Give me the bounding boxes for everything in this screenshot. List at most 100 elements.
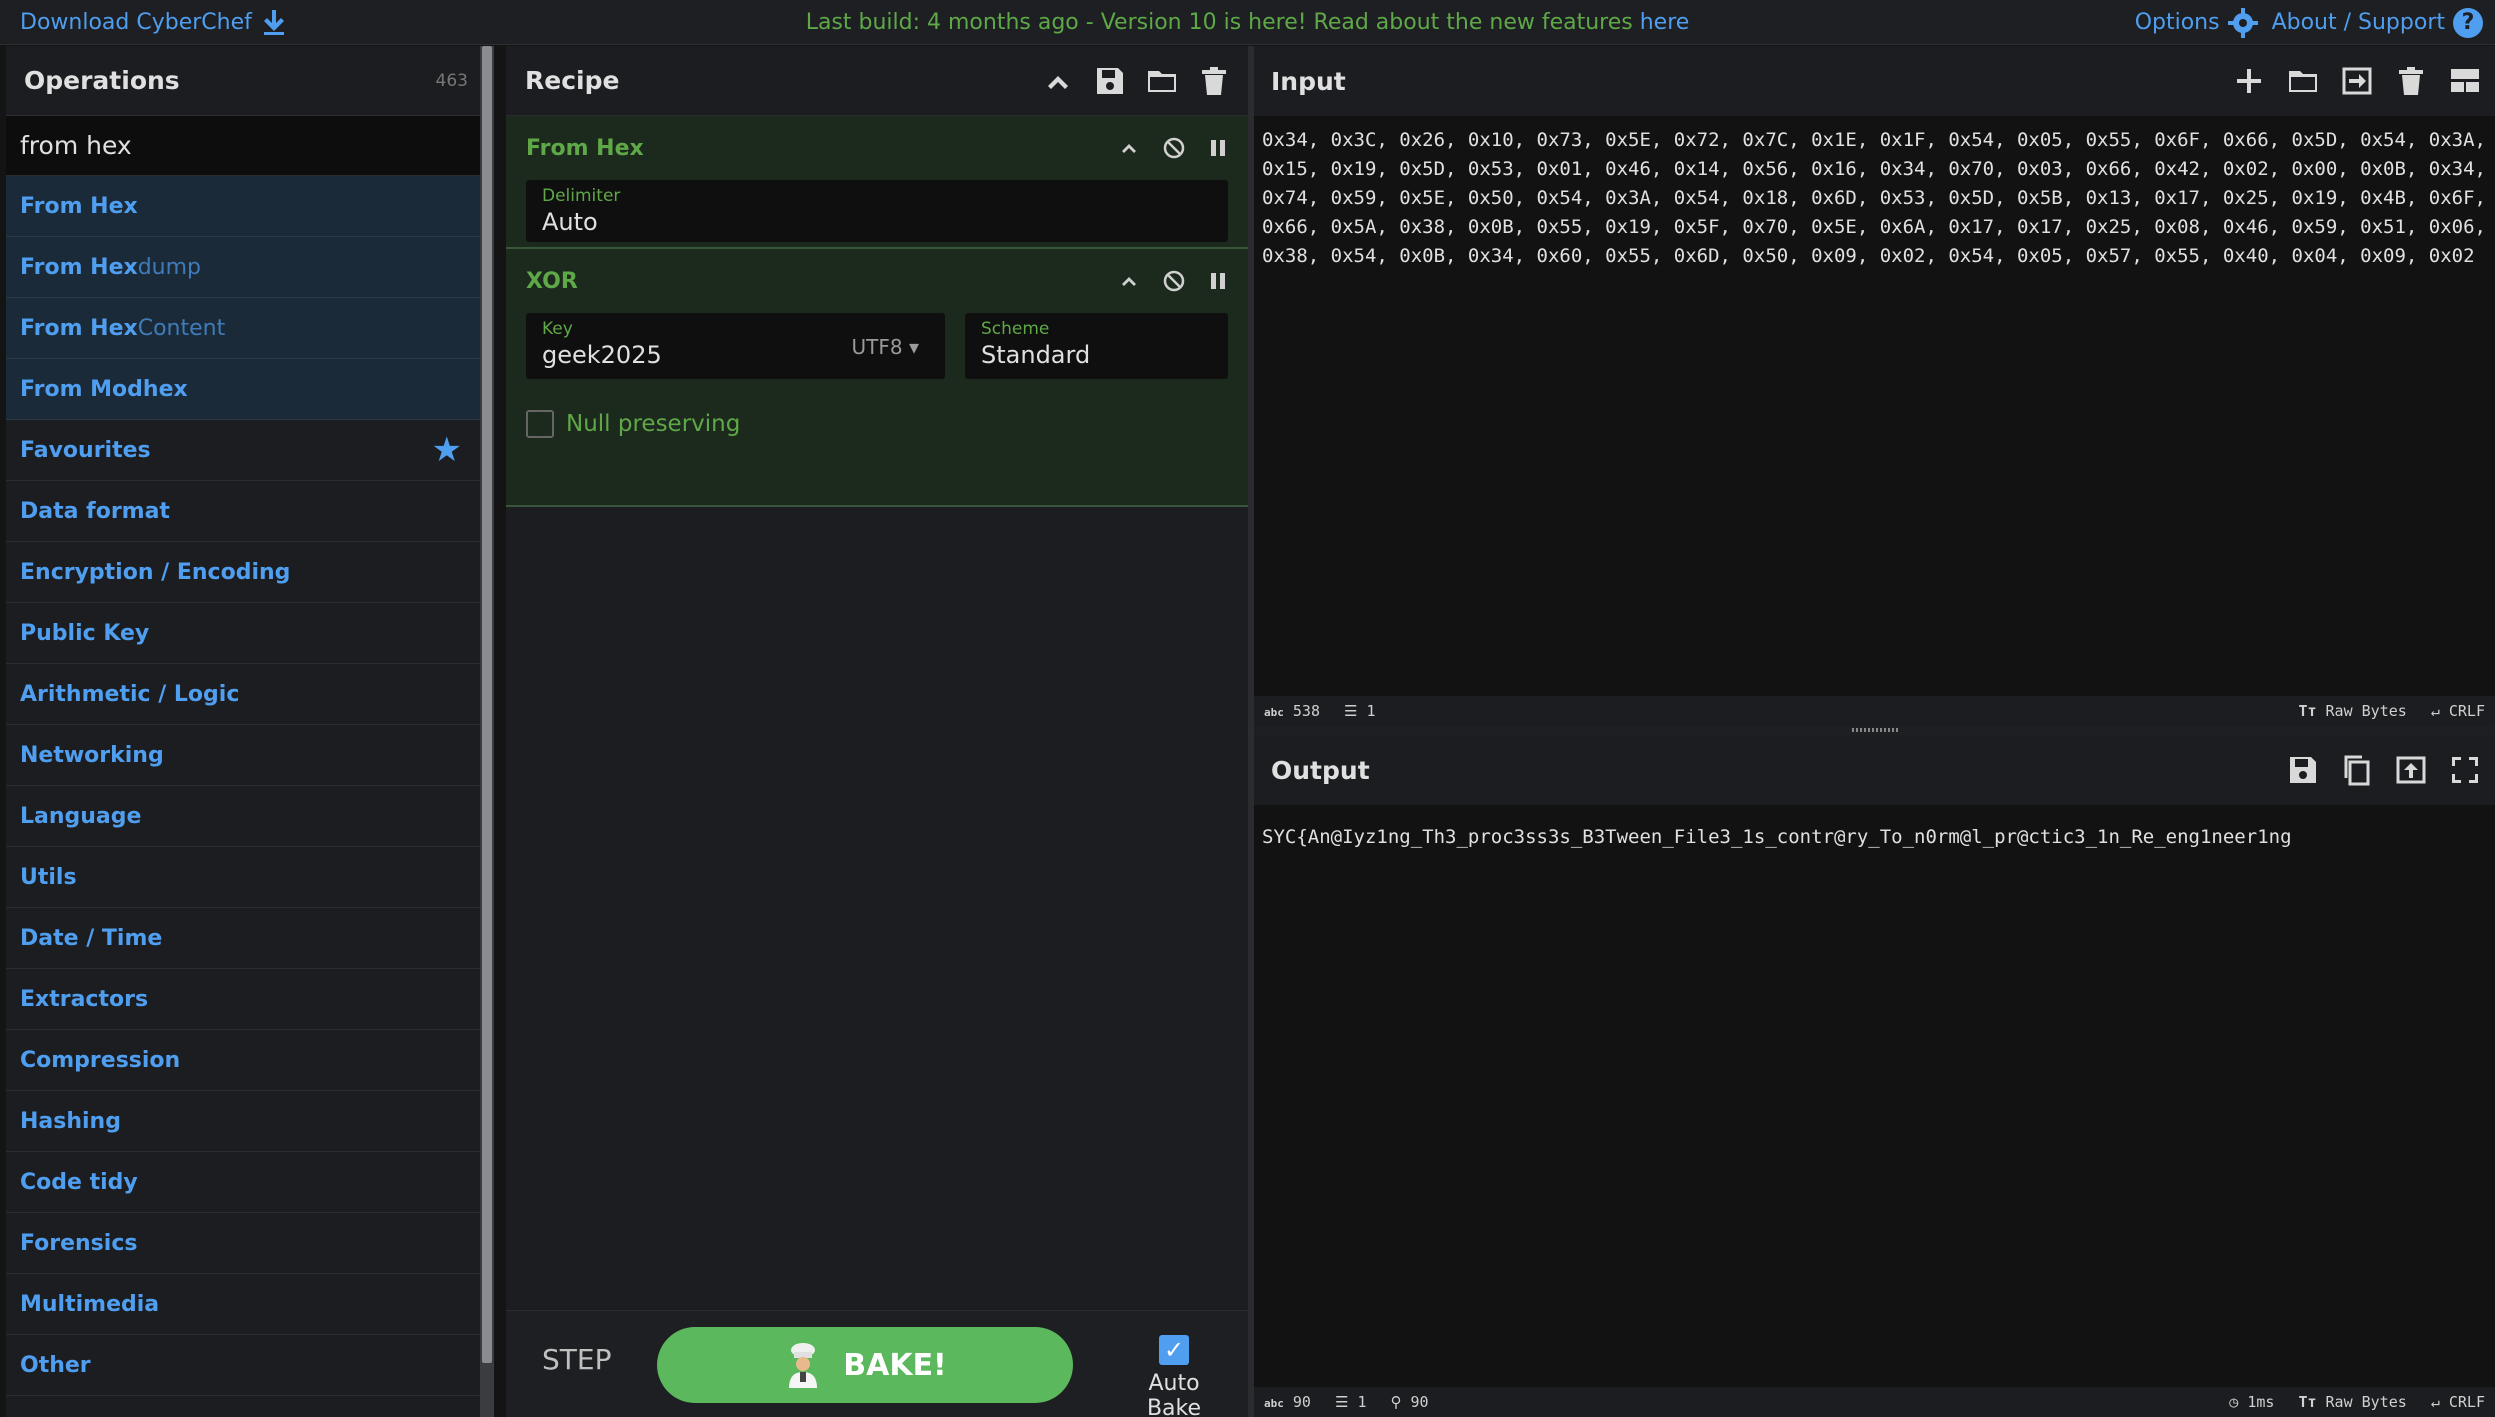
category-item[interactable]: Multimedia	[6, 1274, 486, 1335]
io-splitter[interactable]	[1254, 726, 2495, 735]
bake-time: ◷ 1ms	[2229, 1393, 2275, 1411]
input-title: Input	[1271, 66, 1346, 96]
category-item[interactable]: Forensics	[6, 1213, 486, 1274]
search-result-rest: Content	[137, 315, 226, 341]
output-encoding[interactable]: Tт Raw Bytes	[2298, 1393, 2406, 1411]
chef-icon	[789, 1343, 818, 1388]
features-link[interactable]: here	[1640, 10, 1690, 35]
category-label: Data format	[20, 498, 170, 524]
category-item[interactable]: Code tidy	[6, 1152, 486, 1213]
category-item[interactable]: Language	[6, 786, 486, 847]
bake-label: BAKE!	[843, 1347, 947, 1383]
recipe-title: Recipe	[525, 66, 620, 95]
recipe-op-xor[interactable]: XOR Key geek2025 UTF8 ▾ Scheme Standard …	[506, 249, 1248, 507]
checkmark-icon[interactable]: ✓	[1159, 1335, 1189, 1365]
auto-bake-toggle[interactable]: ✓ Auto Bake	[1119, 1335, 1229, 1417]
category-item[interactable]: Extractors	[6, 969, 486, 1030]
about-label: About / Support	[2271, 10, 2445, 35]
key-field[interactable]: Key geek2025 UTF8 ▾	[526, 313, 945, 379]
build-notice: Last build: 4 months ago - Version 10 is…	[0, 10, 2495, 35]
op-title-from-hex: From Hex	[526, 135, 644, 161]
chevron-up-icon[interactable]	[1042, 65, 1074, 97]
output-title: Output	[1271, 755, 1370, 785]
delimiter-value: Auto	[542, 208, 598, 236]
collapse-icon[interactable]	[1118, 137, 1140, 159]
search-result-item[interactable]: From Modhex	[6, 359, 486, 420]
replace-input-icon[interactable]	[2395, 754, 2427, 786]
disable-icon[interactable]	[1162, 136, 1186, 160]
category-item[interactable]: Utils	[6, 847, 486, 908]
search-result-match: From Hex	[20, 193, 138, 219]
output-line-count: ☰ 1	[1334, 1393, 1367, 1411]
operations-scrollbar[interactable]	[480, 46, 494, 1417]
splitter-grip[interactable]	[1852, 728, 1898, 732]
delimiter-label: Delimiter	[542, 186, 621, 206]
search-input[interactable]	[20, 131, 472, 160]
input-header: Input	[1254, 46, 2495, 116]
category-label: Encryption / Encoding	[20, 559, 291, 585]
download-label: Download CyberChef	[20, 10, 252, 35]
category-item[interactable]: Encryption / Encoding	[6, 542, 486, 603]
layout-icon[interactable]	[2449, 65, 2481, 97]
download-link[interactable]: Download CyberChef	[20, 0, 286, 45]
search-result-item[interactable]: From Hex dump	[6, 237, 486, 298]
operations-title: Operations	[24, 66, 180, 95]
category-item[interactable]: Public Key	[6, 603, 486, 664]
collapse-icon[interactable]	[1118, 270, 1140, 292]
clear-icon[interactable]	[2395, 65, 2427, 97]
maximize-icon[interactable]	[2449, 754, 2481, 786]
folder-icon[interactable]	[1146, 65, 1178, 97]
trash-icon[interactable]	[1198, 65, 1230, 97]
build-text: Last build: 4 months ago	[805, 9, 1079, 35]
about-link[interactable]: About / Support ?	[2271, 7, 2483, 38]
null-preserving-label: Null preserving	[566, 411, 741, 437]
input-panel: Input 0x34, 0x3C, 0x26, 0x10, 0x73, 0x5E…	[1254, 46, 2495, 726]
input-text[interactable]: 0x34, 0x3C, 0x26, 0x10, 0x73, 0x5E, 0x72…	[1254, 116, 2495, 281]
disable-icon[interactable]	[1162, 269, 1186, 293]
category-item[interactable]: Date / Time	[6, 908, 486, 969]
pause-icon[interactable]	[1208, 138, 1228, 158]
category-label: Date / Time	[20, 925, 163, 951]
category-label: Code tidy	[20, 1169, 138, 1195]
checkbox-box[interactable]	[526, 410, 554, 438]
search-result-match: From Hex	[20, 254, 138, 280]
step-button[interactable]: STEP	[542, 1343, 611, 1376]
category-item[interactable]: Data format	[6, 481, 486, 542]
open-file-icon[interactable]	[2341, 65, 2373, 97]
delimiter-field[interactable]: Delimiter Auto	[526, 180, 1228, 242]
category-label: Hashing	[20, 1108, 121, 1134]
recipe-op-from-hex[interactable]: From Hex Delimiter Auto	[506, 116, 1248, 249]
category-label: Public Key	[20, 620, 150, 646]
scrollbar-thumb[interactable]	[482, 46, 492, 1363]
output-text[interactable]: SYC{An@Iyz1ng_Th3_proc3ss3s_B3Tween_File…	[1254, 805, 2495, 862]
save-output-icon[interactable]	[2287, 754, 2319, 786]
category-label: Arithmetic / Logic	[20, 681, 240, 707]
build-separator: -	[1078, 9, 1101, 35]
category-label: Language	[20, 803, 142, 829]
category-item[interactable]: Networking	[6, 725, 486, 786]
output-eol[interactable]: ↵ CRLF	[2431, 1393, 2485, 1411]
bake-button[interactable]: BAKE!	[657, 1327, 1073, 1403]
save-icon[interactable]	[1094, 65, 1126, 97]
null-preserving-checkbox[interactable]: Null preserving	[526, 389, 1228, 459]
input-status-bar: abc 538 ☰ 1 Tт Raw Bytes ↵ CRLF	[1254, 696, 2495, 726]
search-result-item[interactable]: From Hex	[6, 176, 486, 237]
category-item[interactable]: Hashing	[6, 1091, 486, 1152]
pause-icon[interactable]	[1208, 271, 1228, 291]
scheme-field[interactable]: Scheme Standard	[965, 313, 1228, 379]
category-item[interactable]: Favourites ★	[6, 420, 486, 481]
gear-icon	[2227, 7, 2258, 38]
category-item[interactable]: Compression	[6, 1030, 486, 1091]
category-item[interactable]: Arithmetic / Logic	[6, 664, 486, 725]
category-item[interactable]: Other	[6, 1335, 486, 1396]
search-result-rest: dump	[137, 254, 202, 280]
search-result-item[interactable]: From Hex Content	[6, 298, 486, 359]
open-folder-icon[interactable]	[2287, 65, 2319, 97]
input-eol[interactable]: ↵ CRLF	[2431, 702, 2485, 720]
plus-icon[interactable]	[2233, 65, 2265, 97]
copy-icon[interactable]	[2341, 754, 2373, 786]
recipe-header: Recipe	[506, 46, 1248, 116]
key-encoding-select[interactable]: UTF8 ▾	[852, 335, 920, 359]
input-encoding[interactable]: Tт Raw Bytes	[2298, 702, 2406, 720]
options-link[interactable]: Options	[2135, 7, 2258, 38]
